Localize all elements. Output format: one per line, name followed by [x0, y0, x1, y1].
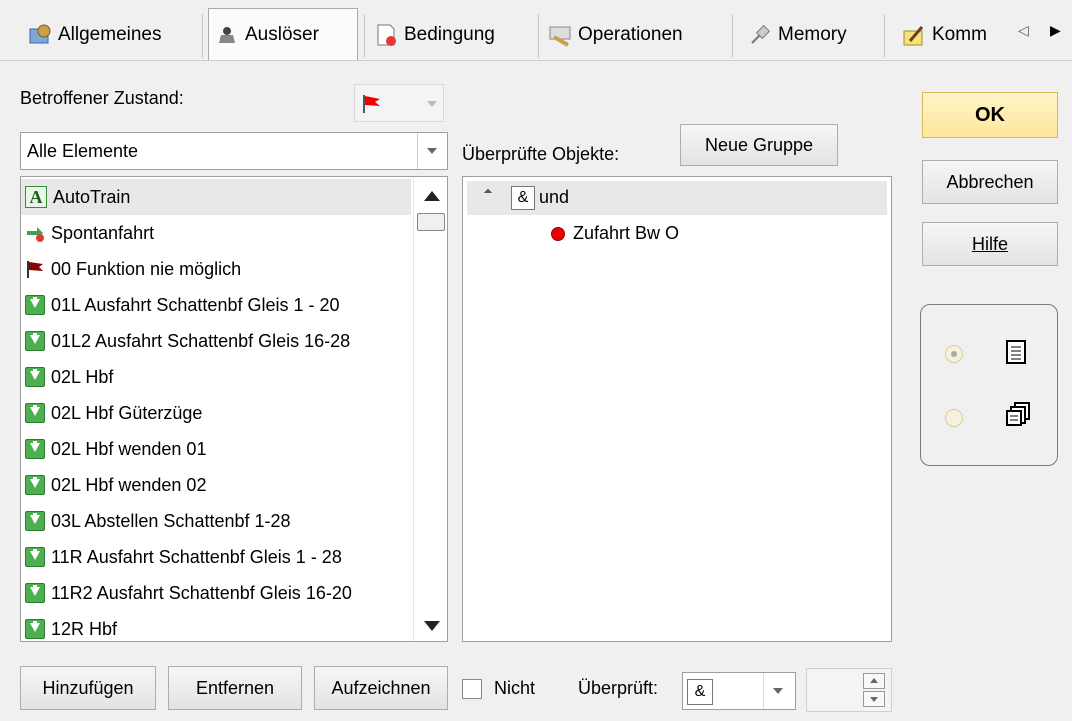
- chevron-down-icon: [773, 688, 783, 694]
- spontaneous-icon: [25, 223, 45, 243]
- tab-memory[interactable]: Memory: [742, 12, 853, 58]
- chevron-down-icon: [427, 101, 437, 107]
- view-multi-radio[interactable]: [945, 409, 963, 427]
- tab-label: Komm: [932, 24, 987, 45]
- tab-ausloeser[interactable]: Auslöser: [208, 8, 358, 60]
- gear-icon: [28, 23, 52, 47]
- green-down-icon: [25, 583, 45, 603]
- element-list[interactable]: A AutoTrain Spontanfahrt 00 Funktion nie…: [20, 176, 448, 642]
- not-checkbox[interactable]: [462, 679, 482, 699]
- tree-root-label: und: [539, 187, 570, 207]
- spin-up-button[interactable]: [863, 673, 885, 689]
- tree-row-root[interactable]: & und: [467, 181, 887, 215]
- filter-combobox[interactable]: Alle Elemente: [20, 132, 448, 170]
- list-item[interactable]: 02L Hbf Güterzüge: [21, 395, 411, 431]
- condition-icon: [374, 23, 398, 47]
- remove-button[interactable]: Entfernen: [168, 666, 302, 710]
- list-item[interactable]: 02L Hbf: [21, 359, 411, 395]
- list-item[interactable]: 11R Ausfahrt Schattenbf Gleis 1 - 28: [21, 539, 411, 575]
- edit-icon: [902, 23, 926, 47]
- state-dropdown[interactable]: [354, 84, 444, 122]
- letter-a-icon: A: [25, 186, 47, 208]
- red-dot-icon: [551, 227, 565, 241]
- green-down-icon: [25, 547, 45, 567]
- chevron-down-icon: [870, 697, 878, 702]
- list-item[interactable]: 01L Ausfahrt Schattenbf Gleis 1 - 20: [21, 287, 411, 323]
- list-item[interactable]: 00 Funktion nie möglich: [21, 251, 411, 287]
- list-view-icon: [1005, 339, 1029, 370]
- flag-icon: [361, 93, 383, 120]
- scroll-down-icon[interactable]: [424, 621, 440, 631]
- pin-icon: [748, 23, 772, 47]
- help-label: Hilfe: [971, 233, 1008, 254]
- green-down-icon: [25, 331, 45, 351]
- add-label: Hinzufügen: [42, 677, 134, 698]
- expand-icon[interactable]: [483, 188, 493, 198]
- list-item[interactable]: 02L Hbf wenden 01: [21, 431, 411, 467]
- scroll-up-icon[interactable]: [424, 191, 440, 201]
- record-label: Aufzeichnen: [331, 677, 431, 698]
- new-group-button[interactable]: Neue Gruppe: [680, 124, 838, 166]
- count-spinner[interactable]: [806, 668, 892, 712]
- chevron-down-icon: [427, 148, 437, 154]
- add-button[interactable]: Hinzufügen: [20, 666, 156, 710]
- trigger-icon: [215, 23, 239, 47]
- tab-label: Operationen: [578, 24, 683, 45]
- tab-label: Auslöser: [245, 23, 319, 45]
- chevron-up-icon: [870, 678, 878, 683]
- tab-kommentar[interactable]: Komm: [896, 12, 1014, 58]
- record-button[interactable]: Aufzeichnen: [314, 666, 448, 710]
- tab-bedingung[interactable]: Bedingung: [368, 12, 501, 58]
- list-item[interactable]: A AutoTrain: [21, 179, 411, 215]
- scroll-thumb[interactable]: [417, 213, 445, 231]
- list-item[interactable]: 03L Abstellen Schattenbf 1-28: [21, 503, 411, 539]
- checked-label: Überprüft:: [578, 678, 659, 698]
- checked-objects-label: Überprüfte Objekte:: [462, 144, 620, 164]
- green-down-icon: [25, 295, 45, 315]
- not-label: Nicht: [494, 678, 536, 698]
- remove-label: Entfernen: [195, 677, 275, 698]
- vertical-scrollbar[interactable]: [413, 177, 447, 641]
- tree-child-label: Zufahrt Bw O: [573, 223, 680, 243]
- list-item[interactable]: 11R2 Ausfahrt Schattenbf Gleis 16-20: [21, 575, 411, 611]
- green-down-icon: [25, 619, 45, 639]
- green-down-icon: [25, 367, 45, 387]
- tab-label: Bedingung: [404, 24, 495, 45]
- tab-label: Memory: [778, 24, 847, 45]
- green-down-icon: [25, 511, 45, 531]
- green-down-icon: [25, 475, 45, 495]
- multi-view-icon: [1005, 401, 1031, 432]
- and-operator-icon: &: [511, 186, 535, 210]
- tab-allgemeines[interactable]: Allgemeines: [22, 12, 168, 58]
- view-mode-group: [920, 304, 1058, 466]
- operator-combobox[interactable]: &: [682, 672, 796, 710]
- tree-row-child[interactable]: Zufahrt Bw O: [551, 219, 851, 253]
- filter-value: Alle Elemente: [27, 141, 139, 161]
- list-item[interactable]: 02L Hbf wenden 02: [21, 467, 411, 503]
- operations-icon: [548, 23, 572, 47]
- flag-icon: [25, 259, 45, 279]
- cancel-button[interactable]: Abbrechen: [922, 160, 1058, 204]
- view-list-radio[interactable]: [945, 345, 963, 363]
- checked-objects-tree[interactable]: & und Zufahrt Bw O: [462, 176, 892, 642]
- green-down-icon: [25, 439, 45, 459]
- list-item[interactable]: 01L2 Ausfahrt Schattenbf Gleis 16-28: [21, 323, 411, 359]
- tab-label: Allgemeines: [58, 24, 162, 45]
- scroll-right-icon[interactable]: ▶: [1050, 22, 1061, 39]
- spin-down-button[interactable]: [863, 691, 885, 707]
- list-item[interactable]: Spontanfahrt: [21, 215, 411, 251]
- help-button[interactable]: Hilfe: [922, 222, 1058, 266]
- list-item[interactable]: 12R Hbf: [21, 611, 411, 641]
- state-label: Betroffener Zustand:: [20, 88, 184, 108]
- green-down-icon: [25, 403, 45, 423]
- scroll-left-icon[interactable]: ◁: [1018, 22, 1029, 39]
- operator-value: &: [687, 679, 713, 705]
- ok-button[interactable]: OK: [922, 92, 1058, 138]
- tab-operationen[interactable]: Operationen: [542, 12, 689, 58]
